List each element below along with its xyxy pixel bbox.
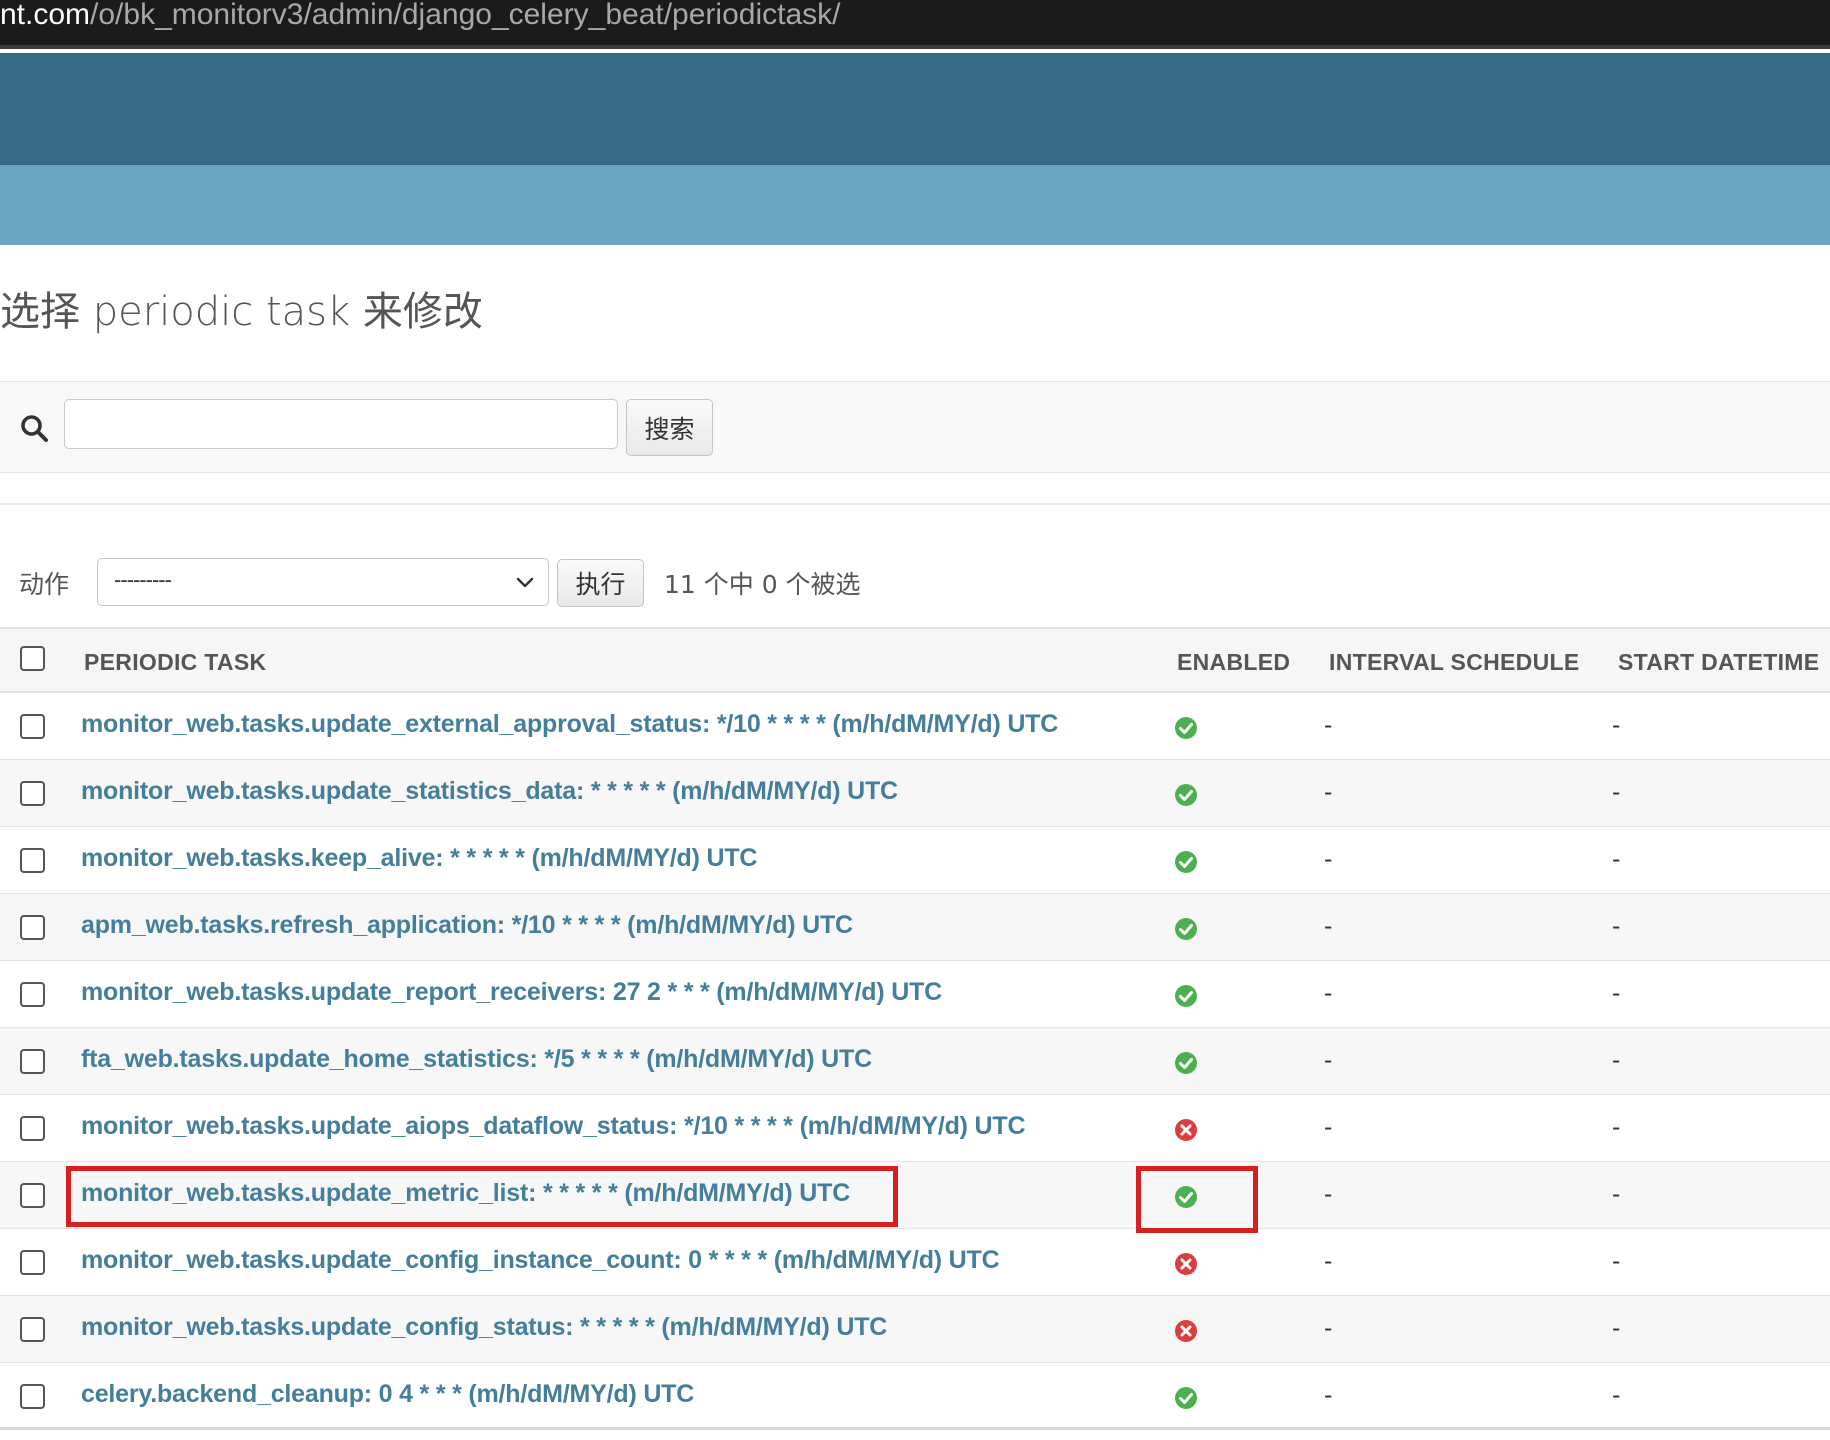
url-path: /o/bk_monitorv3/admin/django_celery_beat… bbox=[90, 0, 841, 31]
interval-schedule-value: - bbox=[1324, 979, 1333, 1007]
table-row: fta_web.tasks.update_home_statistics: */… bbox=[0, 1028, 1830, 1095]
check-circle-icon bbox=[1174, 783, 1198, 807]
row-checkbox[interactable] bbox=[20, 1116, 45, 1141]
column-header-interval-schedule[interactable]: INTERVAL SCHEDULE bbox=[1329, 649, 1579, 676]
interval-schedule-value: - bbox=[1324, 1046, 1333, 1074]
check-circle-icon bbox=[1174, 1386, 1198, 1410]
table-row: monitor_web.tasks.update_statistics_data… bbox=[0, 760, 1830, 827]
task-link[interactable]: monitor_web.tasks.update_external_approv… bbox=[81, 710, 1058, 739]
table-row: monitor_web.tasks.update_report_receiver… bbox=[0, 961, 1830, 1028]
check-circle-icon bbox=[1174, 716, 1198, 740]
row-checkbox[interactable] bbox=[20, 1049, 45, 1074]
start-datetime-value: - bbox=[1612, 1314, 1621, 1342]
admin-header bbox=[0, 53, 1830, 165]
x-circle-icon bbox=[1174, 1252, 1198, 1276]
actions-label: 动作 bbox=[19, 570, 70, 599]
row-checkbox[interactable] bbox=[20, 714, 45, 739]
toolbar: 搜索 bbox=[0, 381, 1830, 473]
task-link[interactable]: monitor_web.tasks.update_config_instance… bbox=[81, 1246, 1000, 1275]
column-header-enabled[interactable]: ENABLED bbox=[1177, 649, 1290, 676]
start-datetime-value: - bbox=[1612, 1247, 1621, 1275]
check-circle-icon bbox=[1174, 917, 1198, 941]
row-checkbox[interactable] bbox=[20, 781, 45, 806]
column-header-start-datetime[interactable]: START DATETIME bbox=[1618, 649, 1819, 676]
row-checkbox[interactable] bbox=[20, 1384, 45, 1409]
browser-address-bar[interactable]: nt.com/o/bk_monitorv3/admin/django_celer… bbox=[0, 0, 1830, 49]
task-link[interactable]: apm_web.tasks.refresh_application: */10 … bbox=[81, 911, 853, 940]
row-checkbox[interactable] bbox=[20, 1183, 45, 1208]
interval-schedule-value: - bbox=[1324, 1247, 1333, 1275]
start-datetime-value: - bbox=[1612, 778, 1621, 806]
table-row: monitor_web.tasks.keep_alive: * * * * * … bbox=[0, 827, 1830, 894]
select-all-checkbox[interactable] bbox=[20, 646, 45, 671]
task-link[interactable]: monitor_web.tasks.update_statistics_data… bbox=[81, 777, 898, 806]
interval-schedule-value: - bbox=[1324, 1180, 1333, 1208]
task-link[interactable]: monitor_web.tasks.keep_alive: * * * * * … bbox=[81, 844, 757, 873]
x-circle-icon bbox=[1174, 1319, 1198, 1343]
column-header-periodic-task[interactable]: PERIODIC TASK bbox=[84, 649, 266, 676]
table-row: monitor_web.tasks.update_external_approv… bbox=[0, 693, 1830, 760]
interval-schedule-value: - bbox=[1324, 1113, 1333, 1141]
table-body: monitor_web.tasks.update_external_approv… bbox=[0, 693, 1830, 1430]
table-header: PERIODIC TASK ENABLED INTERVAL SCHEDULE … bbox=[0, 627, 1830, 693]
url-text[interactable]: nt.com/o/bk_monitorv3/admin/django_celer… bbox=[0, 0, 840, 30]
run-action-button[interactable]: 执行 bbox=[557, 559, 644, 607]
row-checkbox[interactable] bbox=[20, 1250, 45, 1275]
page-title: 选择 periodic task 来修改 bbox=[0, 289, 483, 335]
start-datetime-value: - bbox=[1612, 845, 1621, 873]
task-link[interactable]: monitor_web.tasks.update_config_status: … bbox=[81, 1313, 887, 1342]
search-input[interactable] bbox=[64, 399, 618, 449]
task-link[interactable]: fta_web.tasks.update_home_statistics: */… bbox=[81, 1045, 872, 1074]
x-circle-icon bbox=[1174, 1118, 1198, 1142]
chevron-down-icon bbox=[516, 577, 534, 588]
start-datetime-value: - bbox=[1612, 1046, 1621, 1074]
action-select-value: --------- bbox=[114, 567, 172, 592]
selection-counter: 11 个中 0 个被选 bbox=[664, 570, 861, 599]
task-link[interactable]: monitor_web.tasks.update_aiops_dataflow_… bbox=[81, 1112, 1026, 1141]
start-datetime-value: - bbox=[1612, 1381, 1621, 1409]
interval-schedule-value: - bbox=[1324, 1314, 1333, 1342]
start-datetime-value: - bbox=[1612, 1180, 1621, 1208]
table-row: monitor_web.tasks.update_aiops_dataflow_… bbox=[0, 1095, 1830, 1162]
table-row: celery.backend_cleanup: 0 4 * * * (m/h/d… bbox=[0, 1363, 1830, 1430]
row-checkbox[interactable] bbox=[20, 1317, 45, 1342]
interval-schedule-value: - bbox=[1324, 778, 1333, 806]
highlight-box-task bbox=[66, 1166, 898, 1227]
highlight-box-enabled bbox=[1136, 1166, 1258, 1233]
divider bbox=[0, 503, 1830, 505]
interval-schedule-value: - bbox=[1324, 711, 1333, 739]
start-datetime-value: - bbox=[1612, 1113, 1621, 1141]
results-table: PERIODIC TASK ENABLED INTERVAL SCHEDULE … bbox=[0, 627, 1830, 1430]
table-row: monitor_web.tasks.update_config_instance… bbox=[0, 1229, 1830, 1296]
interval-schedule-value: - bbox=[1324, 1381, 1333, 1409]
check-circle-icon bbox=[1174, 1051, 1198, 1075]
search-icon bbox=[21, 415, 48, 442]
start-datetime-value: - bbox=[1612, 912, 1621, 940]
search-button[interactable]: 搜索 bbox=[626, 399, 713, 456]
task-link[interactable]: monitor_web.tasks.update_report_receiver… bbox=[81, 978, 942, 1007]
action-select[interactable]: --------- bbox=[97, 558, 549, 606]
start-datetime-value: - bbox=[1612, 711, 1621, 739]
interval-schedule-value: - bbox=[1324, 845, 1333, 873]
url-host: nt.com bbox=[0, 0, 91, 31]
row-checkbox[interactable] bbox=[20, 982, 45, 1007]
row-checkbox[interactable] bbox=[20, 915, 45, 940]
table-row: apm_web.tasks.refresh_application: */10 … bbox=[0, 894, 1830, 961]
check-circle-icon bbox=[1174, 984, 1198, 1008]
task-link[interactable]: celery.backend_cleanup: 0 4 * * * (m/h/d… bbox=[81, 1380, 694, 1409]
table-row: monitor_web.tasks.update_config_status: … bbox=[0, 1296, 1830, 1363]
row-checkbox[interactable] bbox=[20, 848, 45, 873]
start-datetime-value: - bbox=[1612, 979, 1621, 1007]
admin-breadcrumbs-bar bbox=[0, 165, 1830, 245]
check-circle-icon bbox=[1174, 850, 1198, 874]
interval-schedule-value: - bbox=[1324, 912, 1333, 940]
